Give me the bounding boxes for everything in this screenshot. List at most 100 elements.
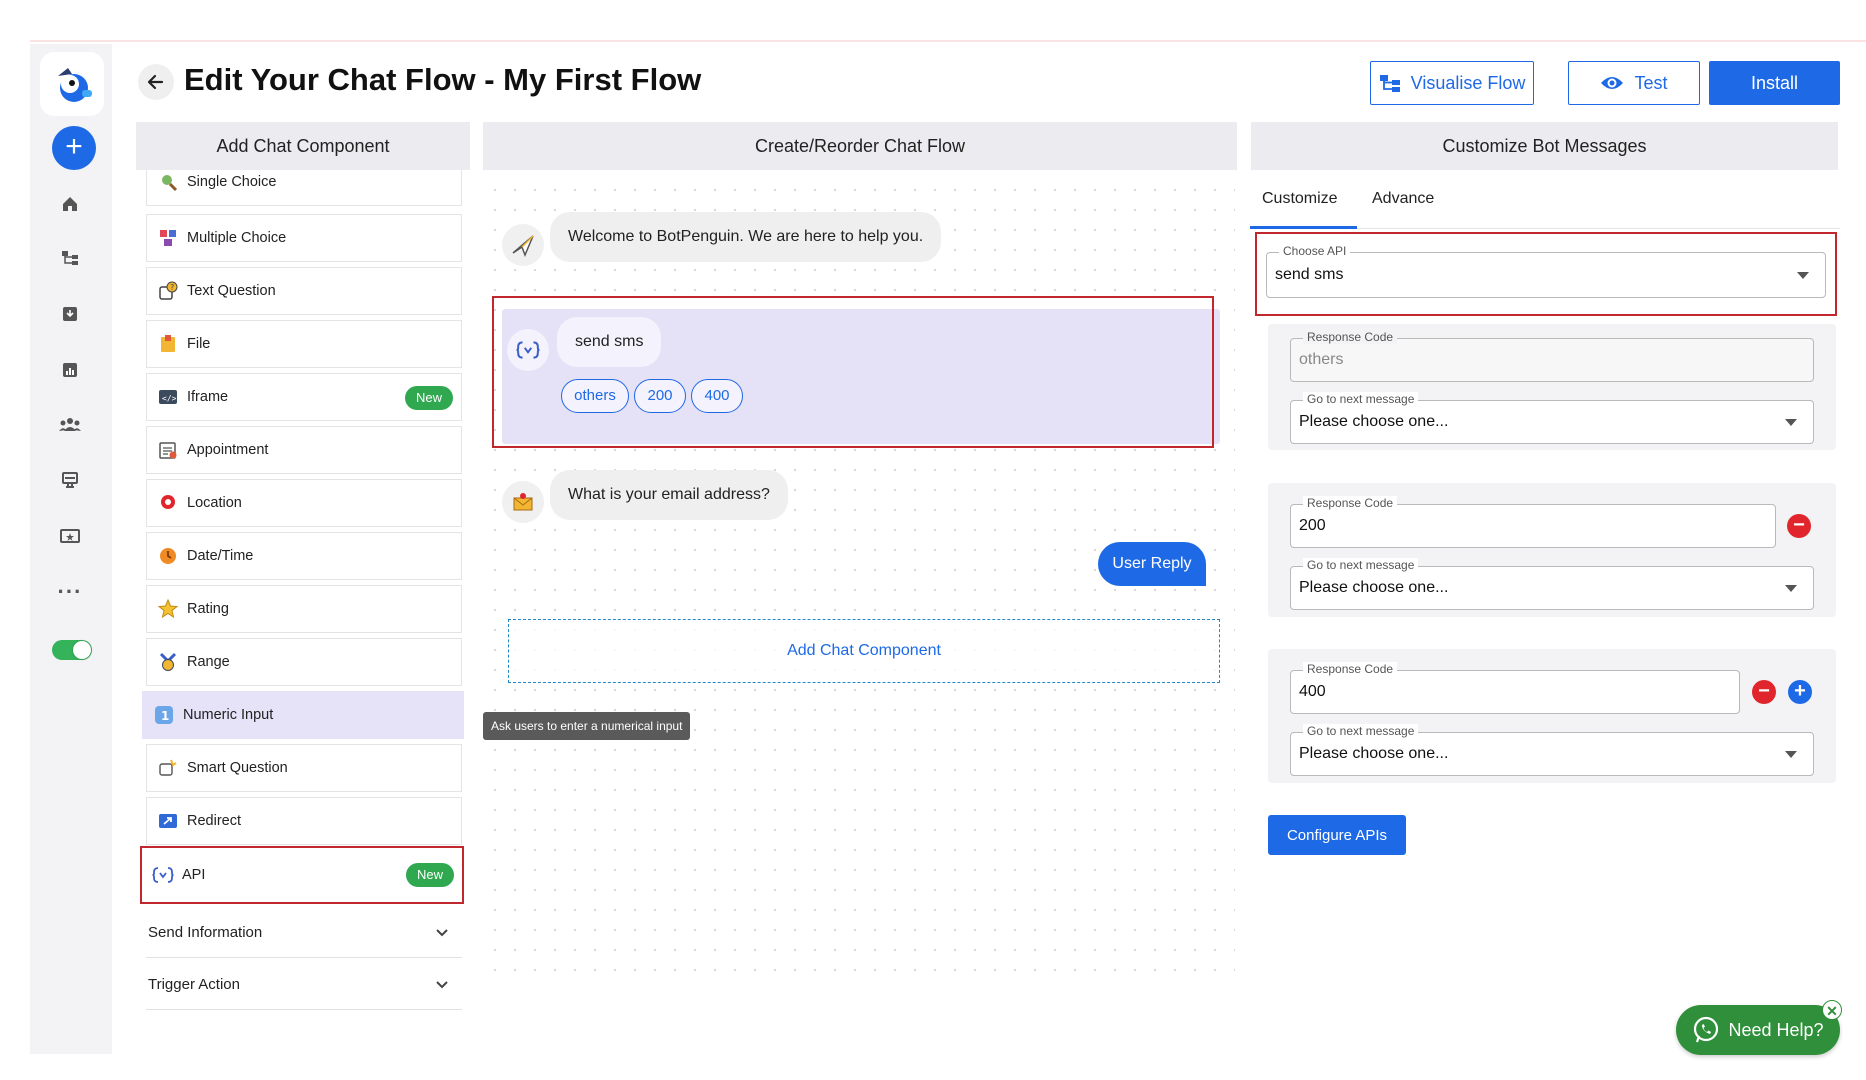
add-chat-component-dropzone[interactable]: Add Chat Component	[508, 619, 1220, 683]
back-button[interactable]	[138, 64, 174, 100]
component-rating[interactable]: Rating	[146, 585, 462, 633]
component-file[interactable]: File	[146, 320, 462, 368]
test-label: Test	[1634, 72, 1668, 93]
api-chip-400[interactable]: 400	[691, 379, 743, 413]
active-tab-indicator	[1250, 226, 1357, 229]
more-icon[interactable]: ···	[58, 579, 82, 604]
envelope-icon	[513, 493, 533, 511]
app-logo[interactable]	[40, 52, 104, 116]
api-icon	[152, 864, 174, 886]
flow-icon[interactable]	[58, 246, 82, 270]
component-text-question[interactable]: ? Text Question	[146, 267, 462, 315]
send-information-section[interactable]: Send Information	[146, 908, 462, 958]
response-code-field[interactable]: Response Code others	[1290, 330, 1814, 382]
iframe-icon: </>	[157, 386, 179, 408]
response-code-label: Response Code	[1303, 662, 1398, 676]
svg-text:1: 1	[161, 709, 169, 723]
need-help-button[interactable]: Need Help?	[1676, 1005, 1840, 1055]
component-smart-question[interactable]: Smart Question	[146, 744, 462, 792]
next-message-value: Please choose one...	[1299, 745, 1449, 762]
next-message-select[interactable]: Go to next message Please choose one...	[1290, 558, 1814, 610]
analytics-icon[interactable]	[58, 358, 82, 382]
component-single-choice[interactable]: Single Choice	[146, 170, 462, 206]
visualise-flow-label: Visualise Flow	[1410, 72, 1526, 93]
add-chat-component-header: Add Chat Component	[136, 122, 470, 170]
tab-advance[interactable]: Advance	[1372, 190, 1434, 208]
response-code-label: Response Code	[1303, 496, 1398, 510]
component-label: Multiple Choice	[187, 230, 287, 246]
install-button[interactable]: Install	[1709, 61, 1840, 105]
need-help-label: Need Help?	[1728, 1019, 1824, 1040]
api-chip-200[interactable]: 200	[634, 379, 686, 413]
next-message-label: Go to next message	[1303, 724, 1419, 738]
component-label: Redirect	[187, 813, 241, 829]
whatsapp-icon	[1694, 1016, 1719, 1043]
create-bot-button[interactable]: +	[52, 126, 96, 170]
component-date-time[interactable]: Date/Time	[146, 532, 462, 580]
response-code-field[interactable]: Response Code 400	[1290, 662, 1740, 714]
theme-toggle[interactable]	[52, 640, 92, 660]
new-badge: New	[404, 386, 453, 410]
component-range[interactable]: Range	[146, 638, 462, 686]
botpenguin-logo-icon	[58, 68, 92, 102]
next-message-value: Please choose one...	[1299, 579, 1449, 596]
next-message-select[interactable]: Go to next message Please choose one...	[1290, 724, 1814, 776]
flow-diagram-icon	[1379, 75, 1400, 92]
welcome-message[interactable]: Welcome to BotPenguin. We are here to he…	[550, 212, 942, 262]
add-response-button[interactable]: +	[1788, 680, 1812, 704]
component-label: Date/Time	[187, 548, 254, 564]
component-appointment[interactable]: Appointment	[146, 426, 462, 474]
component-iframe[interactable]: </> Iframe New	[146, 373, 462, 421]
component-location[interactable]: Location	[146, 479, 462, 527]
file-icon	[157, 333, 179, 355]
user-reply-bubble[interactable]: User Reply	[1098, 542, 1206, 586]
component-multiple-choice[interactable]: Multiple Choice	[146, 214, 462, 262]
visualise-flow-button[interactable]: Visualise Flow	[1370, 61, 1534, 105]
channels-icon[interactable]	[58, 468, 82, 492]
response-code-field[interactable]: Response Code 200	[1290, 496, 1776, 548]
api-message-avatar	[507, 329, 549, 371]
remove-response-button[interactable]: −	[1752, 680, 1776, 704]
inbox-icon[interactable]	[58, 302, 82, 326]
ticket-icon[interactable]	[58, 524, 82, 548]
location-icon	[157, 492, 179, 514]
api-message[interactable]: send sms	[557, 317, 662, 367]
svg-text:</>: </>	[162, 394, 177, 403]
numeric-input-tooltip: Ask users to enter a numerical input	[483, 712, 691, 740]
next-message-select[interactable]: Go to next message Please choose one...	[1290, 392, 1814, 444]
close-help-button[interactable]: ✕	[1822, 1000, 1842, 1020]
component-label: Smart Question	[187, 760, 288, 776]
next-message-label: Go to next message	[1303, 558, 1419, 572]
arrow-left-icon	[147, 74, 164, 90]
remove-response-button[interactable]: −	[1787, 514, 1811, 538]
component-numeric-input[interactable]: 1 Numeric Input	[142, 691, 464, 739]
component-label: Range	[187, 654, 230, 670]
component-label: Location	[187, 495, 242, 511]
text-question-icon: ?	[157, 280, 179, 302]
trigger-action-section[interactable]: Trigger Action	[146, 960, 462, 1010]
component-api[interactable]: API New	[140, 846, 464, 904]
component-redirect[interactable]: Redirect	[146, 797, 462, 845]
tab-customize[interactable]: Customize	[1262, 190, 1338, 208]
api-chip-others[interactable]: others	[561, 379, 629, 413]
email-question-message[interactable]: What is your email address?	[550, 470, 788, 520]
component-label: Text Question	[187, 283, 276, 299]
next-message-value: Please choose one...	[1299, 413, 1449, 430]
component-label: File	[187, 336, 211, 352]
component-label: Single Choice	[187, 174, 277, 190]
caret-down-icon	[1785, 585, 1797, 592]
users-icon[interactable]	[58, 412, 82, 436]
home-icon[interactable]	[58, 192, 82, 216]
date-time-icon	[157, 545, 179, 567]
choose-api-select[interactable]: Choose API send sms	[1266, 244, 1826, 298]
smart-question-icon	[157, 757, 179, 779]
chevron-down-icon	[436, 929, 448, 937]
api-icon	[516, 341, 540, 359]
multiple-choice-icon	[157, 227, 179, 249]
rating-icon	[157, 598, 179, 620]
test-button[interactable]: Test	[1568, 61, 1700, 105]
page-title: Edit Your Chat Flow - My First Flow	[184, 62, 702, 97]
component-label: Appointment	[187, 442, 269, 458]
email-message-avatar	[502, 481, 544, 523]
configure-apis-button[interactable]: Configure APIs	[1268, 815, 1406, 855]
